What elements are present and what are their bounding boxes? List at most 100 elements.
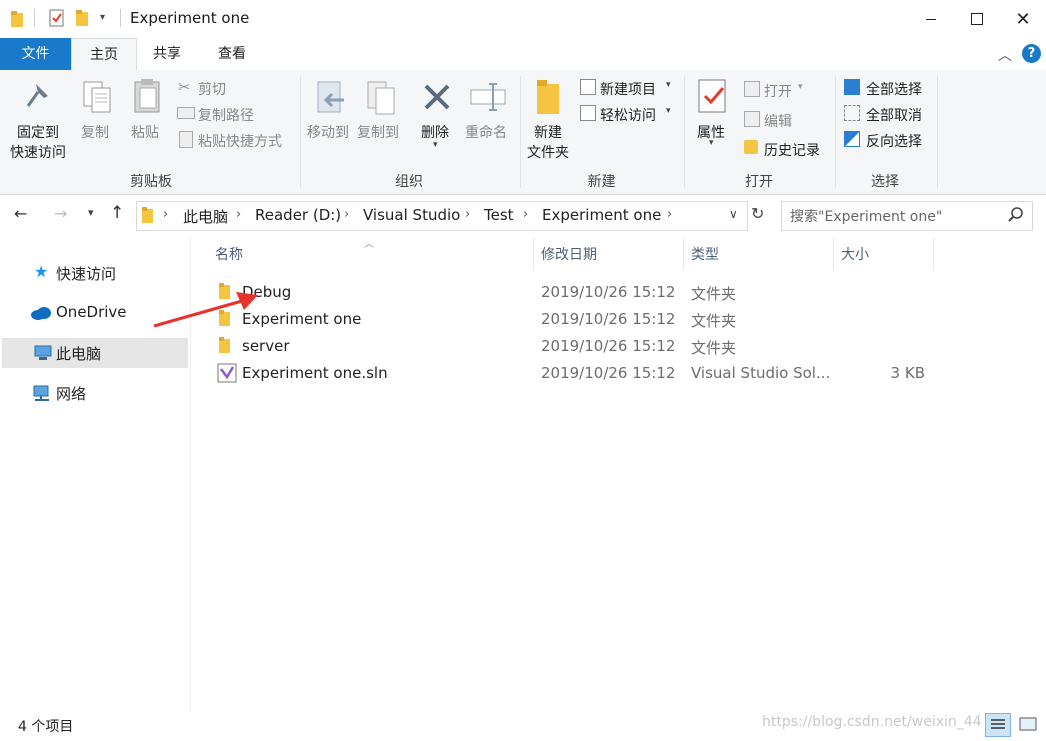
file-type: 文件夹 [691,339,737,357]
recent-locations-button[interactable]: ▾ [88,206,94,219]
forward-button[interactable]: → [54,204,67,223]
select-none-button[interactable]: 全部取消 [842,104,934,124]
collapse-ribbon-icon[interactable]: ︿ [998,45,1012,65]
column-header-size[interactable]: 大小 [841,244,869,264]
maximize-button[interactable] [954,0,1000,38]
properties-quick-icon[interactable] [48,9,66,27]
details-view-button[interactable] [985,713,1011,737]
new-item-button[interactable]: 新建项目 ▾ [578,78,678,98]
window-title: Experiment one [130,9,250,27]
file-date: 2019/10/26 15:12 [541,364,676,382]
select-all-label: 全部选择 [866,82,922,98]
breadcrumb-separator-icon: › [163,207,169,222]
history-button[interactable]: 历史记录 [742,139,832,159]
move-to-button[interactable]: 移动到 [304,76,356,146]
copy-to-button[interactable]: 复制到 [356,76,408,146]
breadcrumb-separator-icon: › [236,207,242,222]
new-folder-label-1: 新建 [534,125,562,141]
annotation-arrow [153,292,258,328]
file-row[interactable]: Debug 2019/10/26 15:12 文件夹 [205,280,935,306]
status-item-count: 4 个项目 [18,719,74,735]
pin-to-quick-access-button[interactable]: 固定到 快速访问 [6,76,74,162]
file-date: 2019/10/26 15:12 [541,310,676,328]
open-button[interactable]: 打开 ▾ [742,80,822,100]
tab-share[interactable]: 共享 [135,38,199,70]
file-name: Experiment one.sln [242,364,388,382]
properties-icon [698,79,726,113]
group-label-open: 打开 [745,174,773,190]
paste-label: 粘贴 [131,125,159,141]
easy-access-dropdown-icon: ▾ [666,106,671,116]
invert-selection-button[interactable]: 反向选择 [842,130,934,150]
help-icon[interactable]: ? [1022,44,1041,63]
open-label: 打开 [764,84,792,100]
vs-solution-icon [217,363,237,383]
refresh-icon[interactable]: ↻ [751,204,764,223]
group-label-new: 新建 [587,174,616,190]
column-header-date[interactable]: 修改日期 [541,244,597,264]
new-item-icon [580,79,596,95]
nav-item-this-pc[interactable]: 此电脑 [2,338,188,368]
customize-quick-access-icon[interactable]: ▾ [100,12,105,23]
new-folder-quick-icon[interactable] [74,9,92,27]
delete-button[interactable]: 删除 ▾ [416,76,456,156]
pin-label-1: 固定到 [17,125,59,141]
copy-button[interactable]: 复制 [78,76,118,146]
properties-dropdown-icon[interactable]: ▾ [709,138,714,148]
file-row[interactable]: Experiment one 2019/10/26 15:12 文件夹 [205,307,935,333]
open-icon [744,81,760,97]
new-folder-label-2: 文件夹 [527,145,569,161]
file-row[interactable]: Experiment one.sln 2019/10/26 15:12 Visu… [205,361,935,387]
breadcrumb-reader-drive[interactable]: Reader (D:) [255,206,341,224]
folder-icon [219,337,230,353]
select-none-label: 全部取消 [866,108,922,124]
cut-button[interactable]: ✂ 剪切 [176,78,286,98]
file-row[interactable]: server 2019/10/26 15:12 文件夹 [205,334,935,360]
copy-label: 复制 [81,125,109,141]
breadcrumb-experiment-one[interactable]: Experiment one [542,206,661,224]
tab-home[interactable]: 主页 [71,38,137,72]
back-button[interactable]: ← [14,204,27,223]
cut-label: 剪切 [198,82,226,98]
file-type: 文件夹 [691,285,737,303]
delete-dropdown-icon[interactable]: ▾ [433,140,438,150]
open-dropdown-icon: ▾ [798,82,803,92]
rename-icon [470,83,506,111]
column-header-name[interactable]: 名称 [215,244,243,264]
file-date: 2019/10/26 15:12 [541,337,676,355]
file-date: 2019/10/26 15:12 [541,283,676,301]
paste-shortcut-icon [179,131,193,148]
column-header-type[interactable]: 类型 [691,244,719,264]
edit-icon [744,111,760,127]
edit-button[interactable]: 编辑 [742,110,822,130]
group-label-clipboard: 剪贴板 [130,174,172,190]
easy-access-label: 轻松访问 [600,108,656,124]
breadcrumb-visual-studio[interactable]: Visual Studio [363,206,460,224]
breadcrumb-test[interactable]: Test [484,206,514,224]
file-size: 3 KB [890,364,925,382]
pin-icon [26,84,48,107]
file-name: server [242,337,290,355]
tab-file[interactable]: 文件 [0,38,71,70]
breadcrumb-this-pc[interactable]: 此电脑 [183,206,228,227]
copy-to-label: 复制到 [357,125,399,141]
copy-path-button[interactable]: 复制路径 [176,104,286,124]
up-button[interactable]: ↑ [110,203,124,223]
easy-access-button[interactable]: 轻松访问 ▾ [578,104,678,124]
address-history-dropdown-icon[interactable]: ∨ [729,207,738,221]
large-icons-view-button[interactable] [1016,713,1040,735]
select-all-button[interactable]: 全部选择 [842,78,934,98]
rename-button[interactable]: 重命名 [463,76,515,146]
new-folder-button[interactable]: 新建 文件夹 [524,76,574,162]
paste-button[interactable]: 粘贴 [128,76,168,146]
copy-to-icon [367,81,395,115]
paste-shortcut-button[interactable]: 粘贴快捷方式 [176,130,294,150]
close-button[interactable]: ✕ [1000,0,1046,38]
tab-view[interactable]: 查看 [200,38,264,70]
properties-button[interactable]: 属性 ▾ [690,76,738,156]
search-input[interactable]: 搜索"Experiment one" [790,206,942,226]
breadcrumb-separator-icon: › [523,207,529,222]
minimize-button[interactable] [908,0,954,38]
nav-item-network[interactable]: 网络 [2,378,188,408]
delete-label: 删除 [421,125,449,141]
